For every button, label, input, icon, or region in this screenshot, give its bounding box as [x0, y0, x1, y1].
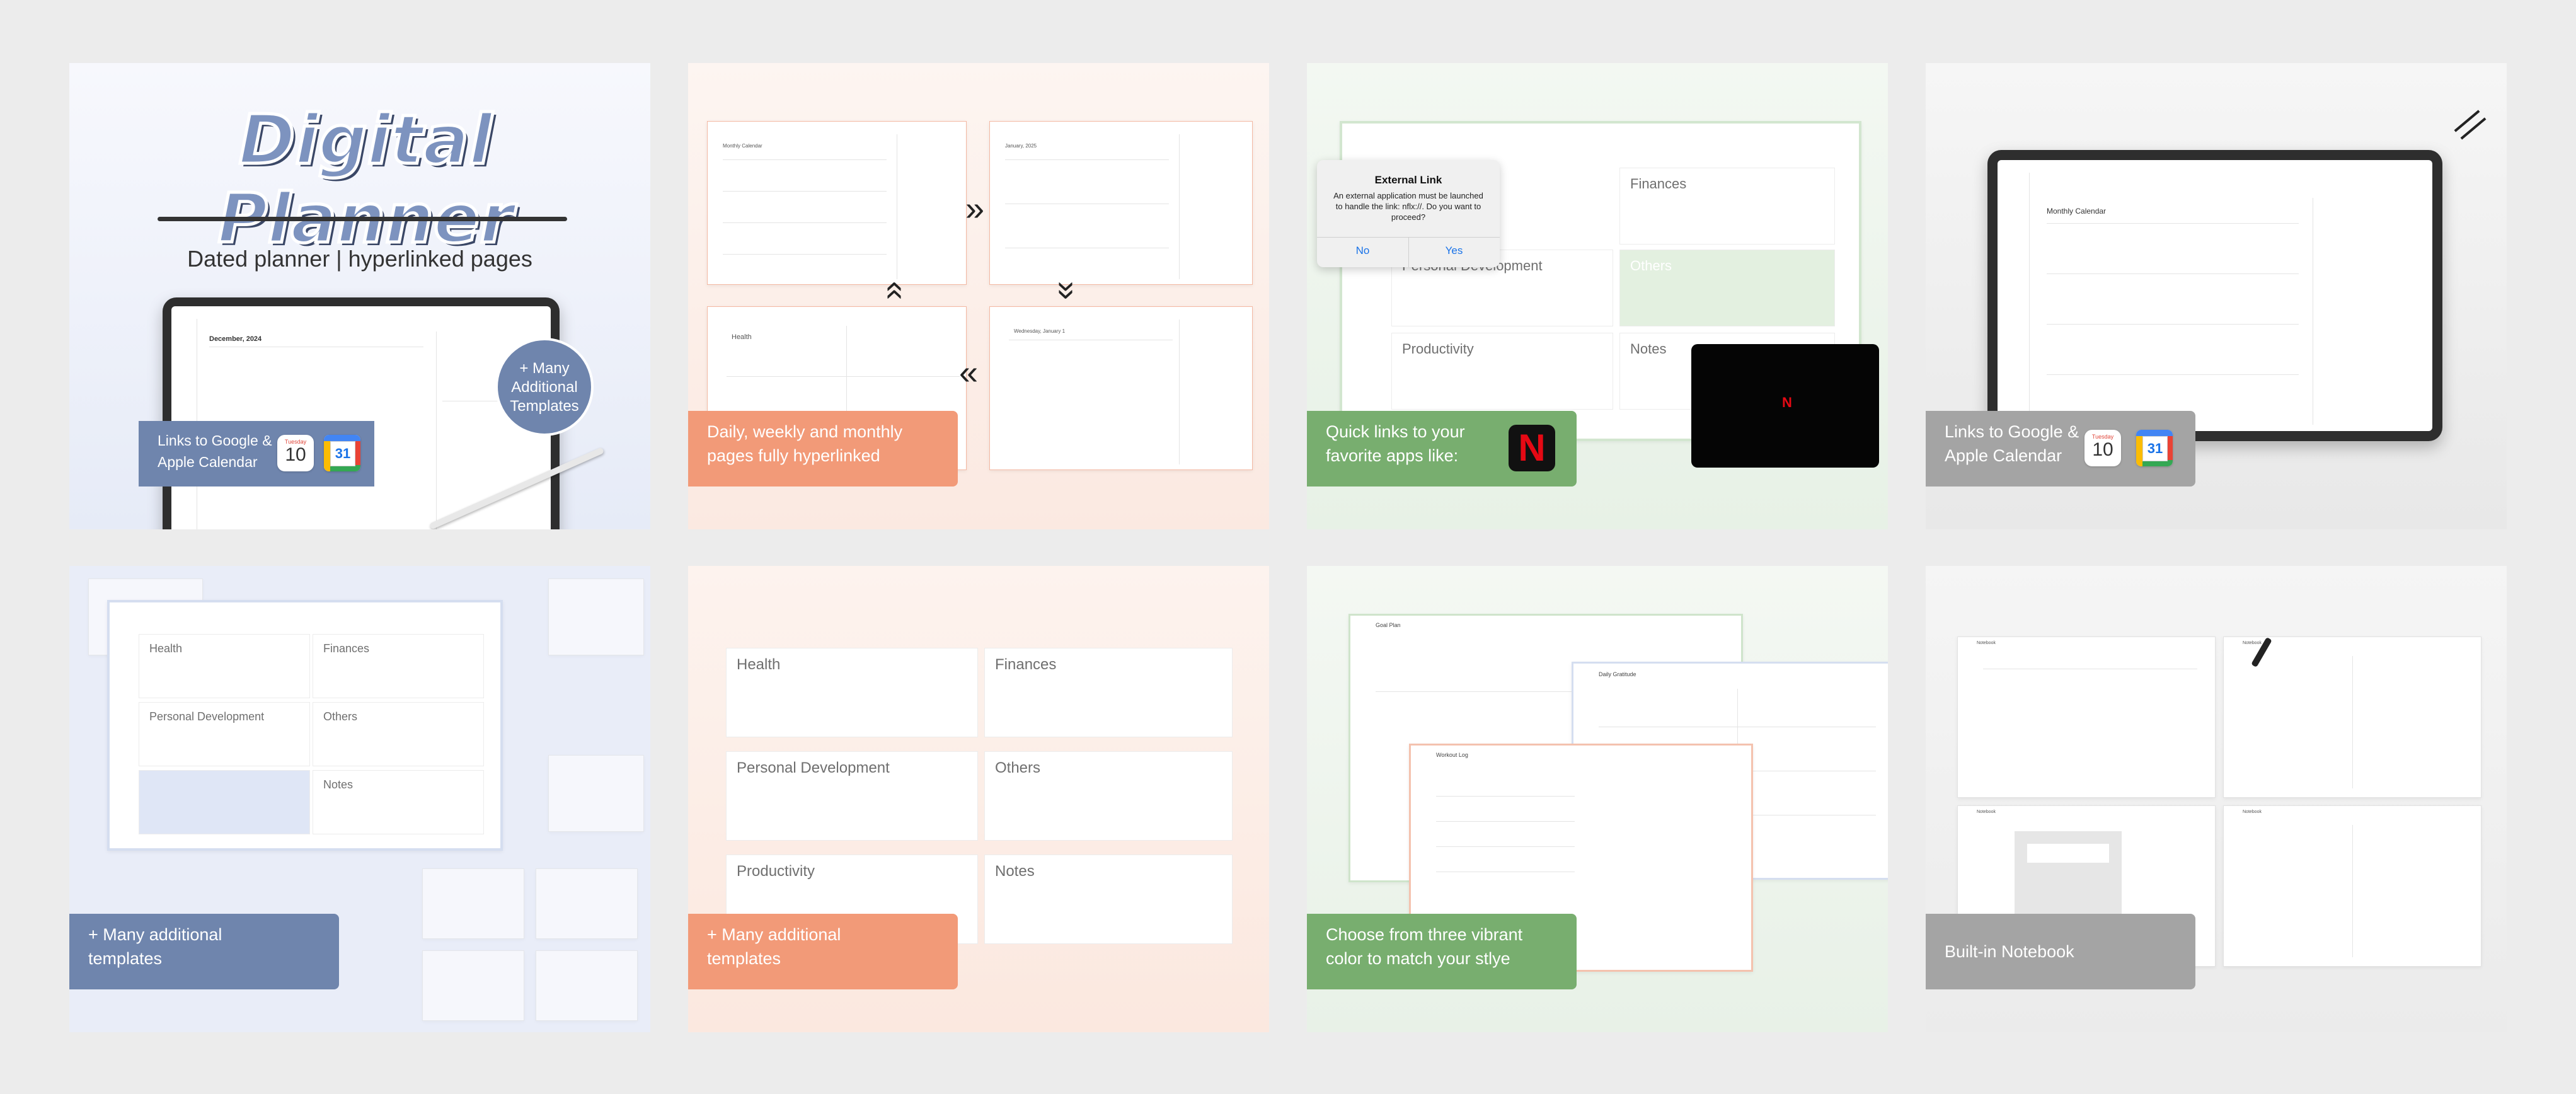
- tile-quick-links: Finances Personal Development Others Pro…: [1307, 63, 1888, 529]
- arrow-up-icon: »: [873, 280, 911, 301]
- screen-heading: Monthly Calendar: [2047, 207, 2107, 216]
- apple-calendar-icon[interactable]: Tuesday 10: [277, 435, 314, 471]
- notebook-page-4: Notebook: [2223, 805, 2481, 967]
- monthly-calendar-page: Monthly Calendar: [707, 121, 967, 285]
- title-underline: [158, 217, 567, 221]
- screen-heading: December, 2024: [209, 335, 262, 343]
- netflix-window: N: [1691, 344, 1879, 468]
- tile-templates-orange: Health Finances Personal Development Oth…: [688, 566, 1269, 1032]
- january-page: January, 2025: [989, 121, 1253, 285]
- templates-banner: + Many additional templates: [688, 914, 958, 989]
- category-notes[interactable]: Notes: [984, 855, 1233, 944]
- hyperlinked-banner: Daily, weekly and monthly pages fully hy…: [688, 411, 958, 487]
- templates-banner: + Many additional templates: [69, 914, 339, 989]
- tablet-screen: Monthly Calendar: [1998, 160, 2432, 431]
- tap-marks-icon: [2445, 107, 2489, 140]
- google-calendar-icon[interactable]: 31: [2136, 430, 2173, 466]
- color-themes-banner: Choose from three vibrant color to match…: [1307, 914, 1577, 989]
- category-others[interactable]: Others: [984, 751, 1233, 841]
- dialog-title: External Link: [1374, 174, 1442, 186]
- tablet-device: Monthly Calendar: [1987, 150, 2442, 441]
- category-health[interactable]: Health: [726, 648, 978, 737]
- tile-notebook: Notebook Notebook Notebook Notebook Buil…: [1926, 566, 2507, 1032]
- daily-page: Wednesday, January 1: [989, 306, 1253, 470]
- templates-bubble: + Many Additional Templates: [495, 338, 594, 436]
- dialog-no-button[interactable]: No: [1317, 245, 1408, 257]
- category-finances[interactable]: Finances: [984, 648, 1233, 737]
- tile-color-themes: Goal Plan Daily Gratitude Workout Log Ch…: [1307, 566, 1888, 1032]
- external-link-dialog: External Link An external application mu…: [1317, 160, 1500, 267]
- notebook-page-2: Notebook: [2223, 636, 2481, 798]
- google-calendar-icon[interactable]: 31: [324, 435, 360, 471]
- netflix-logo-small: N: [1782, 394, 1792, 410]
- arrow-down-icon: »: [1049, 280, 1088, 301]
- tile-hyperlinked-pages: Monthly Calendar January, 2025 Health We…: [688, 63, 1269, 529]
- category-personal-development[interactable]: Personal Development: [726, 751, 978, 841]
- apple-calendar-icon[interactable]: Tuesday 10: [2084, 430, 2121, 466]
- notebook-page-1: Notebook: [1957, 636, 2216, 798]
- dialog-body: An external application must be launched…: [1333, 191, 1483, 222]
- arrow-right-icon: »: [965, 190, 985, 227]
- tile-templates-blue: Health Finances Personal Development Oth…: [69, 566, 650, 1032]
- tile-calendar-links: Monthly Calendar Links to Google & Apple…: [1926, 63, 2507, 529]
- tile-digital-planner: Digital Planner Dated planner | hyperlin…: [69, 63, 650, 529]
- arrow-left-icon: «: [959, 354, 979, 391]
- dialog-yes-button[interactable]: Yes: [1408, 245, 1500, 257]
- netflix-icon[interactable]: N: [1509, 425, 1555, 471]
- planner-title: Digital Planner: [216, 100, 515, 260]
- planner-subtitle: Dated planner | hyperlinked pages: [187, 246, 532, 272]
- categories-page: Health Finances Personal Development Oth…: [107, 600, 503, 851]
- notebook-banner: Built-in Notebook: [1926, 914, 2195, 989]
